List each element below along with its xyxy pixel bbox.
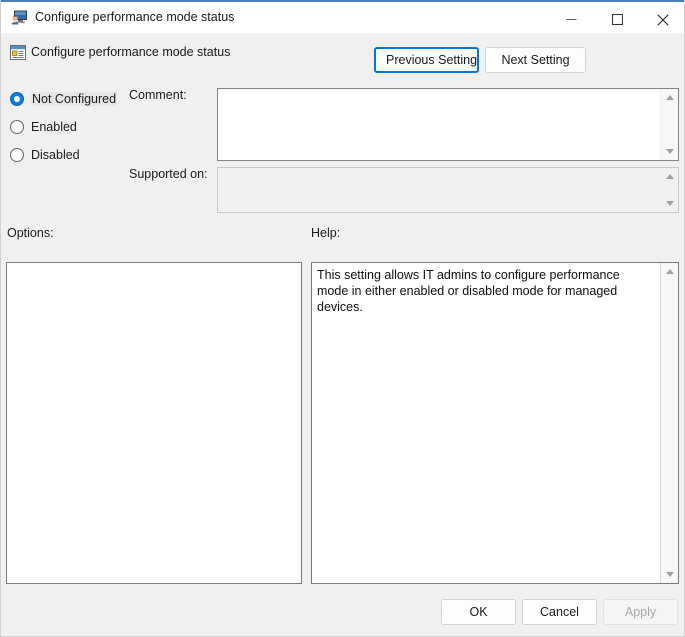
scroll-up-arrow-icon[interactable] [661, 168, 678, 185]
help-panel: This setting allows IT admins to configu… [311, 262, 679, 584]
radio-enabled[interactable]: Enabled [10, 120, 77, 134]
options-label: Options: [7, 226, 54, 240]
previous-setting-button[interactable]: Previous Setting [374, 47, 479, 73]
window-title: Configure performance mode status [35, 10, 235, 24]
radio-unselected-icon [10, 148, 24, 162]
minimize-icon [566, 19, 576, 20]
policy-setting-window-icon [9, 44, 27, 61]
group-policy-setting-dialog: Configure performance mode status Config… [0, 0, 685, 637]
apply-button: Apply [603, 599, 678, 625]
help-scrollbar[interactable] [660, 263, 678, 583]
close-button[interactable] [640, 4, 684, 35]
title-bar[interactable]: Configure performance mode status [1, 2, 684, 35]
minimize-button[interactable] [548, 4, 594, 35]
comment-label: Comment: [129, 88, 187, 102]
setting-header-title: Configure performance mode status [31, 45, 231, 59]
comment-textarea[interactable] [218, 89, 660, 160]
radio-unselected-icon [10, 120, 24, 134]
supported-on-scrollbar[interactable] [660, 168, 678, 212]
computer-user-monitor-icon [11, 9, 29, 26]
ok-button[interactable]: OK [441, 599, 516, 625]
radio-not-configured-label: Not Configured [31, 92, 118, 106]
supported-on-text [218, 168, 660, 212]
scrollbar-track[interactable] [661, 106, 678, 143]
maximize-button[interactable] [594, 4, 640, 35]
radio-disabled[interactable]: Disabled [10, 148, 80, 162]
close-icon [657, 13, 669, 26]
scroll-down-arrow-icon[interactable] [661, 143, 678, 160]
next-setting-button[interactable]: Next Setting [485, 47, 586, 73]
radio-not-configured[interactable]: Not Configured [10, 92, 118, 106]
radio-disabled-label: Disabled [31, 148, 80, 162]
comment-scrollbar[interactable] [660, 89, 678, 160]
cancel-button[interactable]: Cancel [522, 599, 597, 625]
maximize-icon [611, 14, 623, 25]
comment-field[interactable] [217, 88, 679, 161]
scroll-up-arrow-icon[interactable] [661, 89, 678, 106]
supported-on-field [217, 167, 679, 213]
scroll-down-arrow-icon[interactable] [661, 195, 678, 212]
help-label: Help: [311, 226, 341, 240]
radio-selected-icon [10, 92, 24, 106]
scrollbar-track[interactable] [661, 185, 678, 195]
scroll-down-arrow-icon[interactable] [661, 566, 678, 583]
radio-enabled-label: Enabled [31, 120, 77, 134]
supported-on-label: Supported on: [129, 167, 208, 181]
help-text: This setting allows IT admins to configu… [317, 268, 620, 314]
options-panel[interactable] [6, 262, 302, 584]
scroll-up-arrow-icon[interactable] [661, 263, 678, 280]
scrollbar-track[interactable] [661, 280, 678, 566]
